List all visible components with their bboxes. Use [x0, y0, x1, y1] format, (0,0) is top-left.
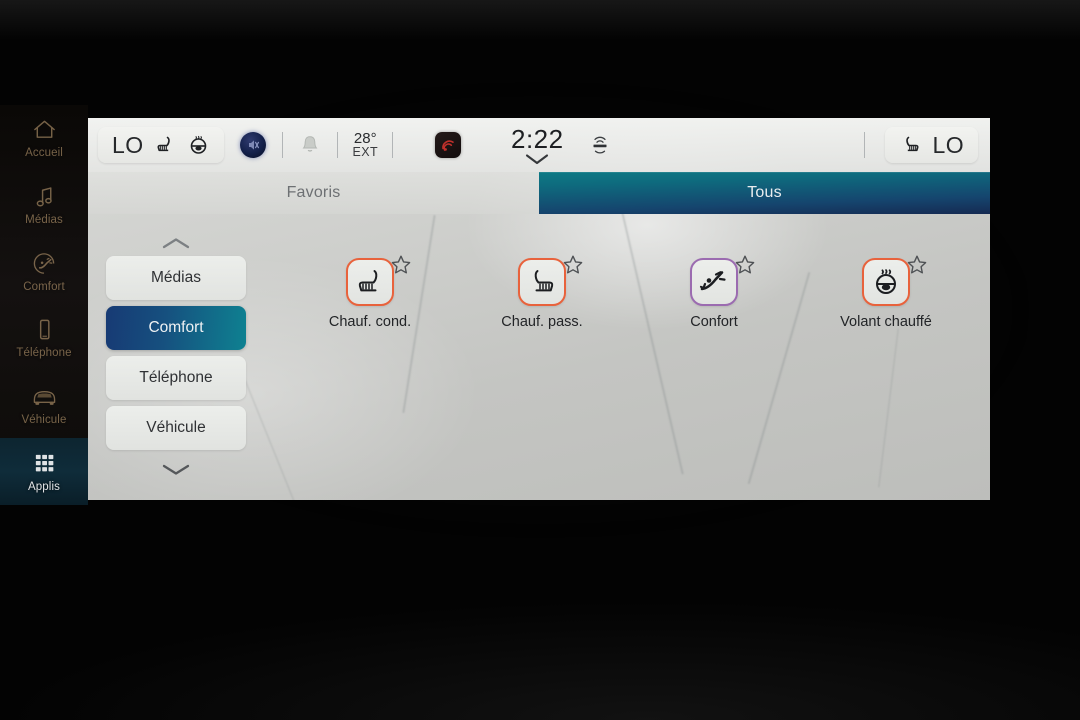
- app-tile-chauf-cond[interactable]: Chauf. cond.: [284, 255, 456, 388]
- bell-icon[interactable]: [299, 133, 321, 157]
- phone-icon: [39, 319, 50, 340]
- music-note-icon: [36, 187, 52, 207]
- exterior-temp-value: 28°: [353, 129, 377, 147]
- category-label-medias: Médias: [151, 269, 201, 286]
- app-label-volant-chauffe: Volant chauffé: [840, 314, 932, 330]
- infotainment-screenshot: Accueil Médias Comfort Téléphone Véhicul…: [0, 0, 1080, 720]
- chevron-down-icon: [162, 464, 190, 475]
- category-scroll-up-button[interactable]: [100, 230, 252, 256]
- right-climate-level: LO: [932, 131, 964, 158]
- app-grid: Chauf. cond. Chauf. pass. Confort Volant…: [284, 255, 984, 388]
- tab-favoris[interactable]: Favoris: [88, 172, 539, 214]
- bezel-top-sheen: [0, 0, 1080, 40]
- bezel-bottom-sheen: [0, 600, 1080, 720]
- sidebar-label-applis: Applis: [28, 480, 60, 493]
- category-item-medias[interactable]: Médias: [106, 256, 246, 300]
- radio-signal-icon[interactable]: [435, 132, 461, 158]
- category-item-comfort[interactable]: Comfort: [106, 306, 246, 350]
- comfort-recline-glyph-icon: [699, 271, 726, 291]
- status-divider: [392, 132, 393, 158]
- sidebar-label-accueil: Accueil: [25, 147, 63, 160]
- launcher-sidebar: Accueil Médias Comfort Téléphone Véhicul…: [0, 105, 88, 506]
- heated-steering-wheel-glyph-icon: [876, 269, 896, 294]
- star-outline-icon[interactable]: [390, 254, 412, 276]
- heated-seat-icon: [157, 136, 171, 152]
- left-climate-control[interactable]: LO: [98, 127, 225, 163]
- heated-seat-driver-icon[interactable]: [346, 258, 394, 306]
- clock-time: 2:22: [511, 124, 564, 154]
- app-label-chauf-pass: Chauf. pass.: [501, 314, 583, 330]
- heated-seat-passenger-icon[interactable]: [518, 258, 566, 306]
- sidebar-item-comfort[interactable]: Comfort: [0, 238, 88, 305]
- sidebar-item-applis[interactable]: Applis: [0, 438, 88, 506]
- sidebar-label-telephone: Téléphone: [16, 347, 72, 360]
- heated-seat-passenger-glyph-icon: [534, 270, 554, 292]
- siriusxm-icon: [593, 136, 607, 154]
- star-outline-icon[interactable]: [734, 254, 756, 276]
- speaker-glyph-icon: [249, 140, 260, 150]
- comfort-seat-icon: [33, 252, 54, 274]
- star-outline-icon[interactable]: [562, 254, 584, 276]
- heated-seat-right-icon: [905, 136, 919, 152]
- category-label-telephone: Téléphone: [139, 369, 213, 386]
- vehicle-icon: [33, 391, 55, 405]
- radio-waves-glyph-icon: [442, 140, 454, 151]
- status-divider: [863, 132, 865, 158]
- chevron-up-icon: [162, 237, 190, 248]
- volume-mute-icon[interactable]: [240, 132, 267, 158]
- infotainment-display: LO 28° EXT 2:22 LO Favoris Tous Médias C…: [88, 118, 990, 500]
- star-outline-icon[interactable]: [906, 254, 928, 276]
- exterior-temp-label: EXT: [352, 145, 378, 160]
- app-label-confort: Confort: [690, 314, 738, 330]
- tab-tous-label: Tous: [747, 184, 782, 201]
- sidebar-item-medias[interactable]: Médias: [0, 172, 88, 239]
- tab-favoris-label: Favoris: [286, 184, 341, 201]
- right-climate-control[interactable]: LO: [884, 127, 978, 163]
- category-list: Médias Comfort Téléphone Véhicule: [100, 230, 252, 492]
- app-tile-volant-chauffe[interactable]: Volant chauffé: [800, 255, 972, 388]
- status-bar: LO 28° EXT 2:22 LO: [88, 118, 990, 172]
- heated-steering-wheel-icon: [191, 135, 207, 154]
- heated-seat-driver-glyph-icon: [358, 270, 378, 292]
- sidebar-label-medias: Médias: [25, 214, 63, 226]
- app-tile-confort[interactable]: Confort: [628, 255, 800, 388]
- category-item-telephone[interactable]: Téléphone: [106, 356, 246, 400]
- category-label-vehicule: Véhicule: [146, 419, 206, 436]
- heated-steering-wheel-icon[interactable]: [862, 258, 910, 306]
- exterior-temperature: 28° EXT: [352, 131, 378, 159]
- left-climate-level: LO: [112, 131, 144, 158]
- status-divider: [337, 132, 339, 158]
- category-scroll-down-button[interactable]: [100, 456, 252, 482]
- tab-tous[interactable]: Tous: [539, 172, 990, 214]
- sidebar-item-vehicule[interactable]: Véhicule: [0, 372, 88, 439]
- apps-grid-icon: [35, 454, 53, 472]
- clock-widget[interactable]: 2:22: [511, 124, 564, 166]
- comfort-recline-icon[interactable]: [690, 258, 738, 306]
- sidebar-label-comfort: Comfort: [23, 280, 65, 293]
- app-label-chauf-cond: Chauf. cond.: [328, 314, 412, 330]
- status-divider: [282, 132, 284, 158]
- app-tile-chauf-pass[interactable]: Chauf. pass.: [456, 255, 628, 388]
- sidebar-item-telephone[interactable]: Téléphone: [0, 305, 88, 372]
- tab-bar: Favoris Tous: [88, 172, 990, 214]
- sidebar-item-accueil[interactable]: Accueil: [0, 105, 88, 172]
- sidebar-label-vehicule: Véhicule: [21, 414, 67, 427]
- home-icon: [33, 120, 55, 139]
- category-label-comfort: Comfort: [148, 319, 204, 336]
- category-item-vehicule[interactable]: Véhicule: [106, 406, 246, 450]
